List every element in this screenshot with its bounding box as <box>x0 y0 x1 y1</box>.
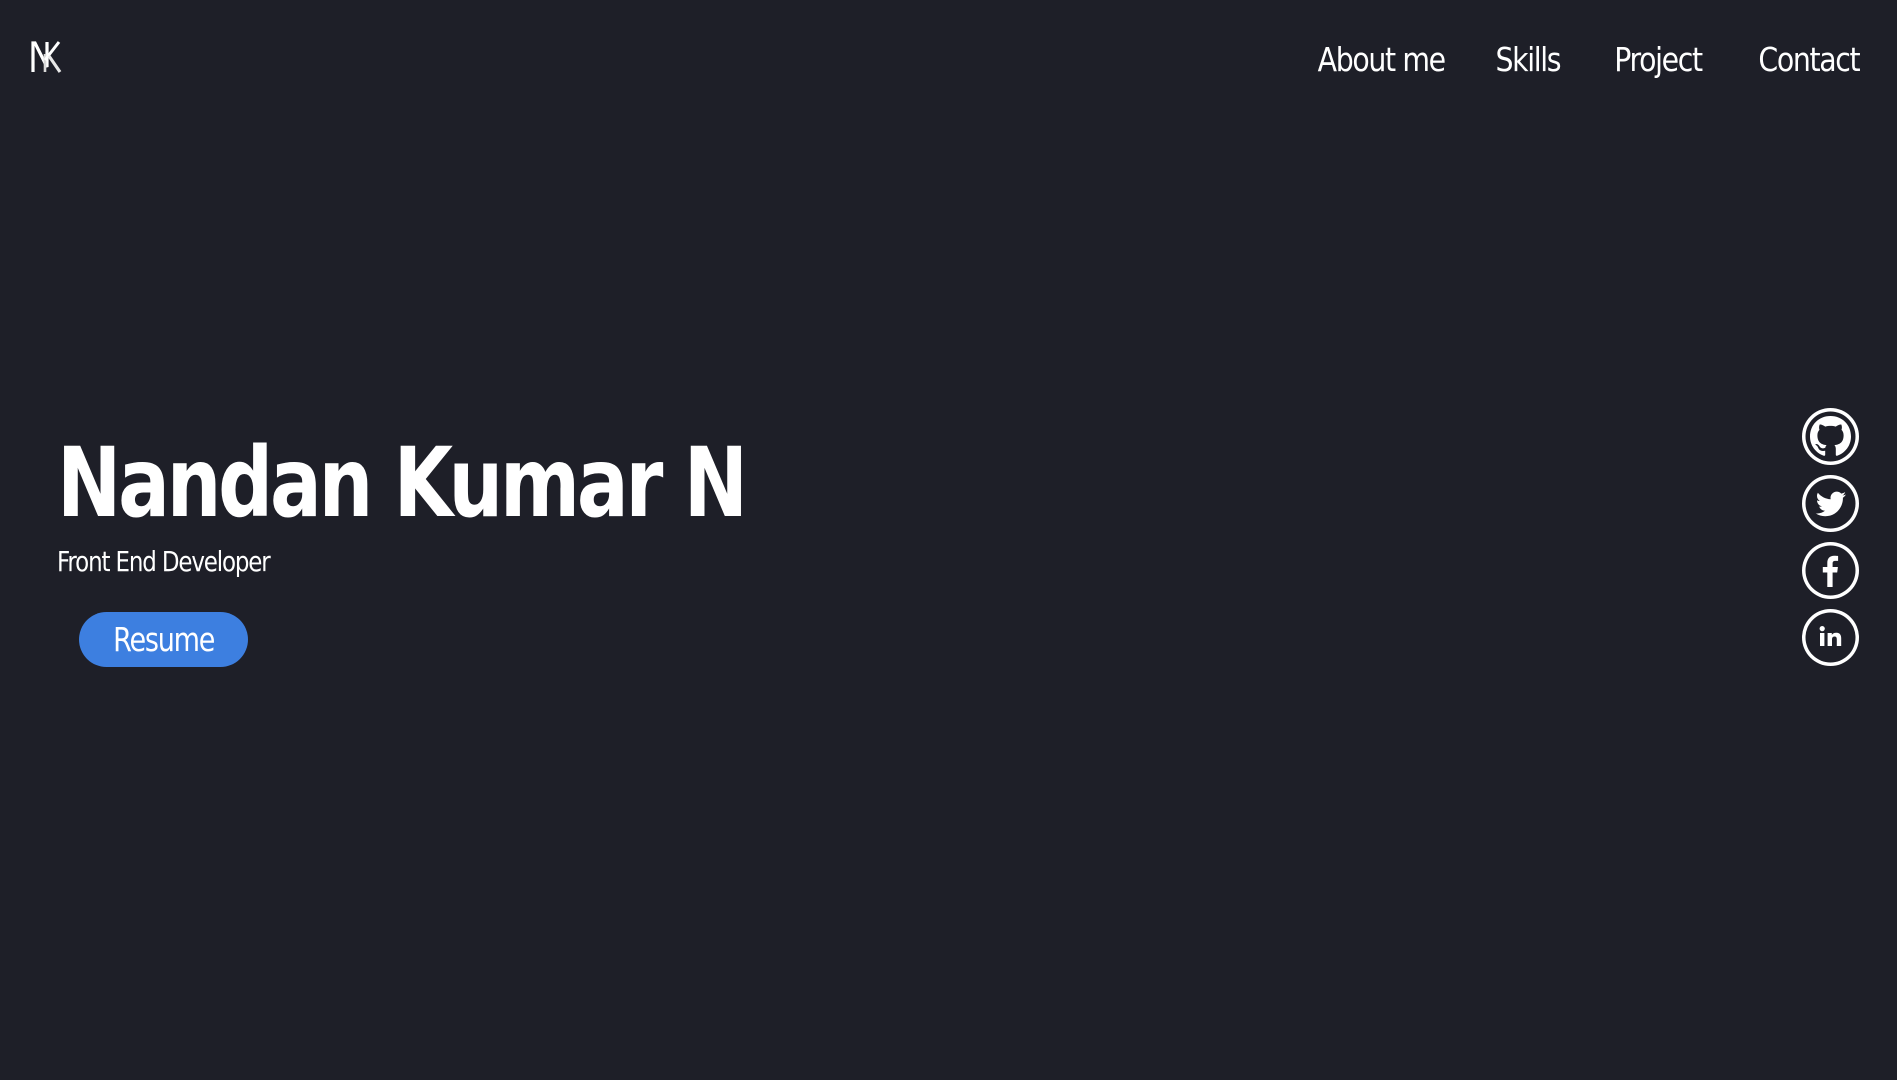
main-nav: About me Skills Project Contact <box>1297 34 1860 86</box>
nk-logo-icon[interactable] <box>30 36 72 78</box>
resume-button-label: Resume <box>112 620 215 659</box>
social-links <box>1802 408 1859 666</box>
nav-link-about-me[interactable]: About me <box>1318 34 1446 86</box>
twitter-icon <box>1805 478 1856 529</box>
linkedin-icon <box>1805 612 1856 663</box>
hero-role: Front End Developer <box>57 545 271 578</box>
twitter-link[interactable] <box>1802 475 1859 532</box>
facebook-link[interactable] <box>1802 542 1859 599</box>
linkedin-link[interactable] <box>1802 609 1859 666</box>
nav-link-skills[interactable]: Skills <box>1495 34 1561 86</box>
page: About me Skills Project Contact Nandan K… <box>0 0 1897 1080</box>
nav-link-contact[interactable]: Contact <box>1758 34 1860 86</box>
facebook-icon <box>1805 545 1856 596</box>
hero-name: Nandan Kumar N <box>57 427 748 539</box>
github-icon <box>1805 411 1856 462</box>
github-link[interactable] <box>1802 408 1859 465</box>
nav-link-project[interactable]: Project <box>1614 34 1703 86</box>
resume-button[interactable]: Resume <box>79 612 248 667</box>
hero-section: Nandan Kumar N Front End Developer <box>57 428 917 582</box>
